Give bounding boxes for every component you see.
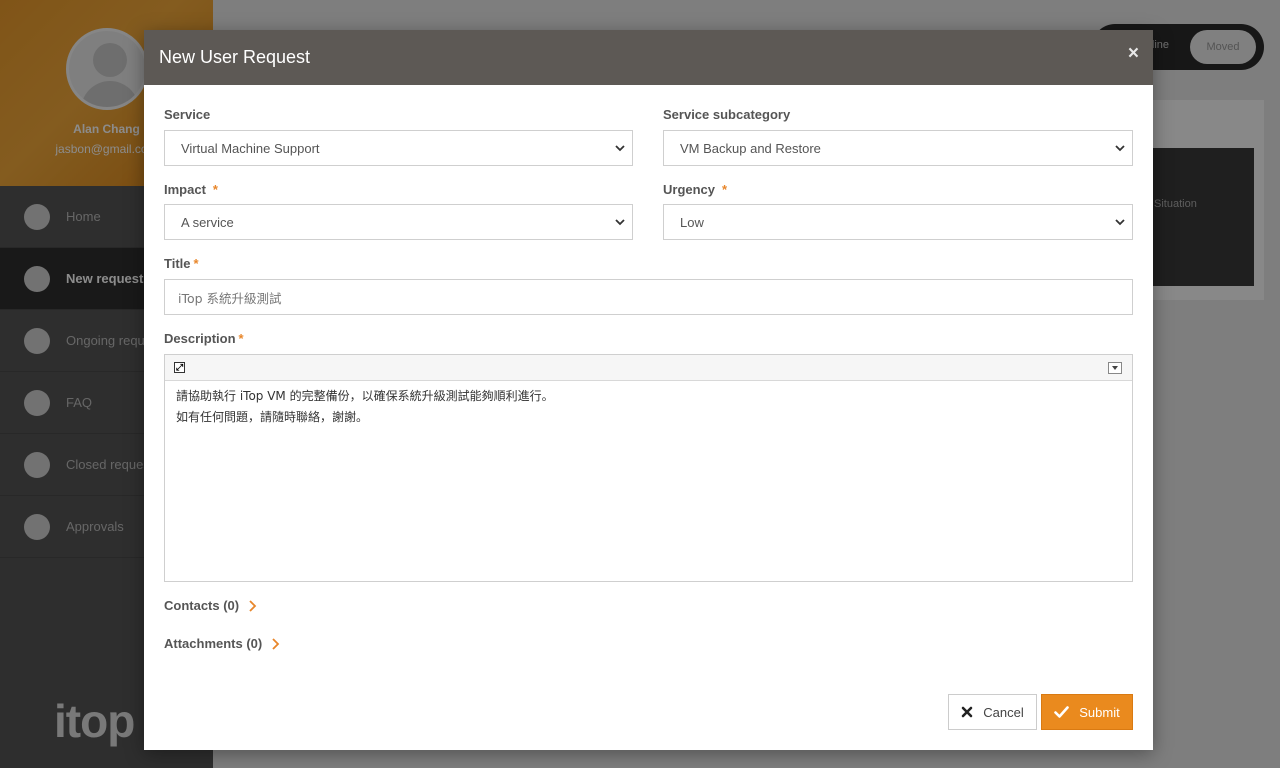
service-label-text: Service <box>164 107 211 122</box>
required-marker: * <box>722 182 728 197</box>
contacts-toggle[interactable]: Contacts (0) <box>164 598 258 613</box>
service-value: Virtual Machine Support <box>181 140 320 156</box>
attachments-toggle[interactable]: Attachments (0) <box>164 636 281 651</box>
service-label: Service <box>164 107 210 122</box>
impact-value: A service <box>181 214 234 230</box>
impact-label-text: Impact <box>164 182 206 197</box>
submit-label: Submit <box>1079 704 1120 720</box>
title-input[interactable]: iTop 系統升級測試 <box>164 279 1133 315</box>
impact-label: Impact * <box>164 182 218 197</box>
title-label: Title * <box>164 256 199 271</box>
description-label-text: Description <box>164 331 236 346</box>
impact-select[interactable]: A service <box>164 204 633 240</box>
subcategory-label-text: Service subcategory <box>663 107 791 122</box>
subcategory-select[interactable]: VM Backup and Restore <box>663 130 1133 166</box>
subcategory-value: VM Backup and Restore <box>680 140 821 156</box>
cancel-label: Cancel <box>983 704 1024 720</box>
editor-toolbar: ⤢ <box>165 355 1132 381</box>
urgency-label: Urgency * <box>663 182 727 197</box>
contacts-label: Contacts (0) <box>164 598 240 613</box>
maximize-icon[interactable]: ⤢ <box>174 362 185 373</box>
title-value: iTop 系統升級測試 <box>178 290 282 306</box>
chevron-down-icon <box>615 145 625 152</box>
description-line: 如有任何問題，請隨時聯絡，謝謝。 <box>176 410 369 424</box>
checkmark-icon <box>1054 706 1070 718</box>
service-select[interactable]: Virtual Machine Support <box>164 130 633 166</box>
description-text-area[interactable]: 請協助執行 iTop VM 的完整備份，以確保系統升級測試能夠順利進行。 如有任… <box>165 381 1132 433</box>
urgency-value: Low <box>680 214 704 230</box>
new-user-request-modal: New User Request × Service Virtual Machi… <box>144 30 1153 750</box>
description-label: Description * <box>164 331 244 346</box>
chevron-down-icon <box>1115 219 1125 226</box>
chevron-right-icon <box>272 637 280 650</box>
cancel-button[interactable]: Cancel <box>948 694 1037 730</box>
modal-title: New User Request <box>159 47 311 67</box>
description-editor[interactable]: ⤢ 請協助執行 iTop VM 的完整備份，以確保系統升級測試能夠順利進行。 如… <box>164 354 1133 582</box>
close-icon <box>961 706 973 718</box>
description-line: 請協助執行 iTop VM 的完整備份，以確保系統升級測試能夠順利進行。 <box>176 389 554 403</box>
urgency-select[interactable]: Low <box>663 204 1133 240</box>
chevron-right-icon <box>249 599 257 612</box>
attachments-label: Attachments (0) <box>164 636 263 651</box>
modal-header: New User Request × <box>144 30 1153 85</box>
collapse-toolbar-icon[interactable] <box>1108 362 1122 374</box>
close-icon[interactable]: × <box>1128 43 1139 65</box>
urgency-label-text: Urgency <box>663 182 716 197</box>
submit-button[interactable]: Submit <box>1041 694 1133 730</box>
title-label-text: Title <box>164 256 191 271</box>
required-marker: * <box>212 182 218 197</box>
chevron-down-icon <box>615 219 625 226</box>
required-marker: * <box>193 256 199 271</box>
subcategory-label: Service subcategory <box>663 107 790 122</box>
chevron-down-icon <box>1115 145 1125 152</box>
required-marker: * <box>238 331 244 346</box>
